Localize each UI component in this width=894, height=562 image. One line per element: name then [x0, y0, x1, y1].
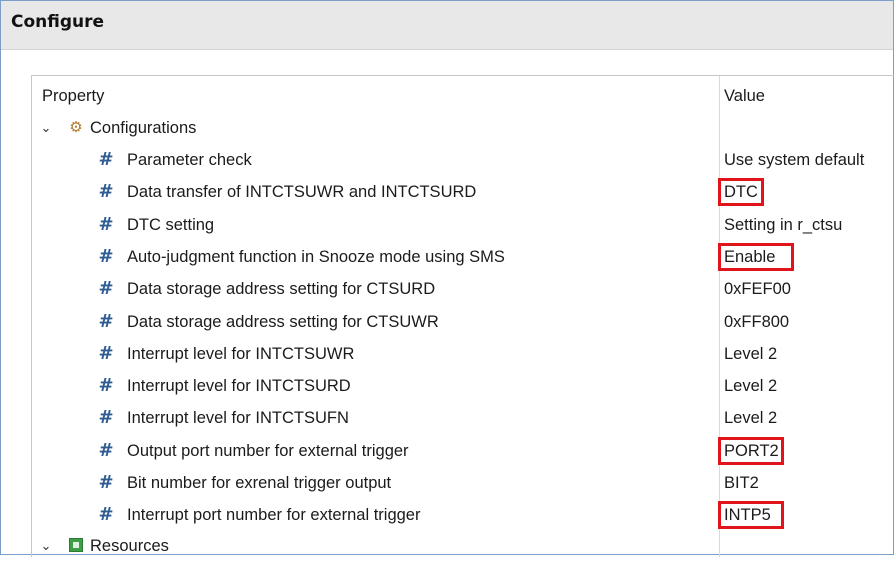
- highlight-box: [718, 436, 784, 465]
- highlight-box: [718, 242, 794, 271]
- tree-group-resources[interactable]: ⌄ Resources: [32, 530, 894, 562]
- property-name: Bit number for exrenal trigger output: [127, 474, 392, 492]
- property-value[interactable]: Level 2: [724, 402, 894, 434]
- property-name: Data storage address setting for CTSURD: [127, 280, 436, 299]
- table-row[interactable]: # Data transfer of INTCTSUWR and INTCTSUR…: [32, 176, 894, 208]
- table-row[interactable]: # Data storage address setting for CTSUWR…: [32, 306, 894, 338]
- table-row[interactable]: # Output port number for external trigger…: [32, 435, 894, 467]
- resources-icon: [69, 537, 83, 552]
- property-table: Property Value ⌄ ⚙ Configurations # Param…: [31, 75, 894, 557]
- property-name: Parameter check: [127, 151, 252, 169]
- group-label: Configurations: [90, 119, 197, 137]
- panel-title: Configure: [11, 12, 105, 32]
- highlight-box: [718, 178, 764, 207]
- table-row[interactable]: # Interrupt port number for external trig…: [32, 499, 894, 531]
- hash-icon: #: [98, 375, 114, 397]
- property-value[interactable]: Level 2: [724, 338, 894, 370]
- table-row[interactable]: # Interrupt level for INTCTSUFN Level 2: [32, 402, 894, 434]
- property-value[interactable]: Setting in r_ctsu: [724, 209, 894, 241]
- property-value[interactable]: Level 2: [724, 370, 894, 402]
- hash-icon: #: [98, 407, 114, 429]
- table-header: Property Value: [32, 80, 894, 112]
- property-name: Output port number for external trigger: [127, 441, 409, 460]
- chevron-down-icon[interactable]: ⌄: [38, 530, 54, 562]
- value-column-header[interactable]: Value: [724, 80, 894, 112]
- hash-icon: #: [98, 342, 114, 364]
- property-name: Interrupt level for INTCTSURD: [127, 377, 351, 396]
- property-column-header[interactable]: Property: [32, 80, 728, 112]
- property-name: DTC setting: [127, 215, 215, 234]
- hash-icon: #: [98, 439, 114, 461]
- hash-icon: #: [98, 504, 114, 526]
- property-name: Data storage address setting for CTSUWR: [127, 312, 439, 331]
- chevron-down-icon[interactable]: ⌄: [38, 112, 54, 144]
- hash-icon: #: [98, 181, 114, 203]
- table-row[interactable]: # Auto-judgment function in Snooze mode u…: [32, 241, 894, 273]
- hash-icon: #: [98, 245, 114, 267]
- table-row[interactable]: # DTC setting Setting in r_ctsu: [32, 209, 894, 241]
- hash-icon: #: [98, 310, 114, 332]
- group-label: Resources: [90, 536, 169, 555]
- property-name: Interrupt level for INTCTSUFN: [127, 409, 349, 428]
- property-value[interactable]: 0xFEF00: [724, 273, 894, 305]
- table-row[interactable]: # Bit number for exrenal trigger output BI…: [32, 467, 894, 499]
- property-name: Interrupt level for INTCTSUWR: [127, 344, 355, 363]
- configure-panel: Configure Property Value ⌄ ⚙ Configurati…: [0, 0, 894, 557]
- property-name: Auto-judgment function in Snooze mode us…: [127, 247, 505, 266]
- tree-group-configurations[interactable]: ⌄ ⚙ Configurations: [32, 112, 894, 144]
- property-value[interactable]: 0xFF800: [724, 306, 894, 338]
- hash-icon: #: [98, 149, 114, 170]
- table-row[interactable]: # Data storage address setting for CTSURD…: [32, 273, 894, 305]
- highlight-box: [718, 501, 784, 530]
- property-name: Data transfer of INTCTSUWR and INTCTSURD: [127, 183, 477, 202]
- property-name: Interrupt port number for external trigg…: [127, 506, 421, 525]
- hash-icon: #: [98, 278, 114, 300]
- property-value[interactable]: BIT2: [724, 467, 894, 499]
- property-value[interactable]: Use system default: [724, 144, 894, 176]
- table-row[interactable]: # Interrupt level for INTCTSUWR Level 2: [32, 338, 894, 370]
- hash-icon: #: [98, 213, 114, 235]
- table-row[interactable]: # Interrupt level for INTCTSURD Level 2: [32, 370, 894, 402]
- title-bar: Configure: [1, 1, 893, 50]
- hash-icon: #: [98, 472, 114, 493]
- gear-icon: ⚙: [69, 119, 83, 136]
- table-row[interactable]: # Parameter check Use system default: [32, 144, 894, 176]
